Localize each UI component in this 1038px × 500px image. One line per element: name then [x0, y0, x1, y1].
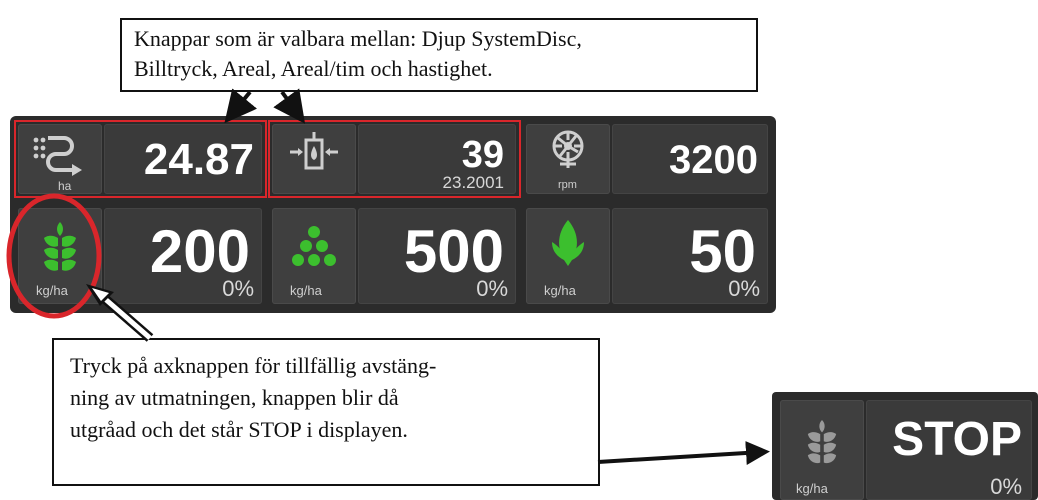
- arrow-to-area-button: [224, 88, 258, 124]
- annotation-arrows: [6, 88, 770, 465]
- arrow-to-pressure-button: [273, 88, 306, 124]
- arrow-to-stop-display: [597, 440, 770, 465]
- wheat-button-highlight: [6, 193, 102, 319]
